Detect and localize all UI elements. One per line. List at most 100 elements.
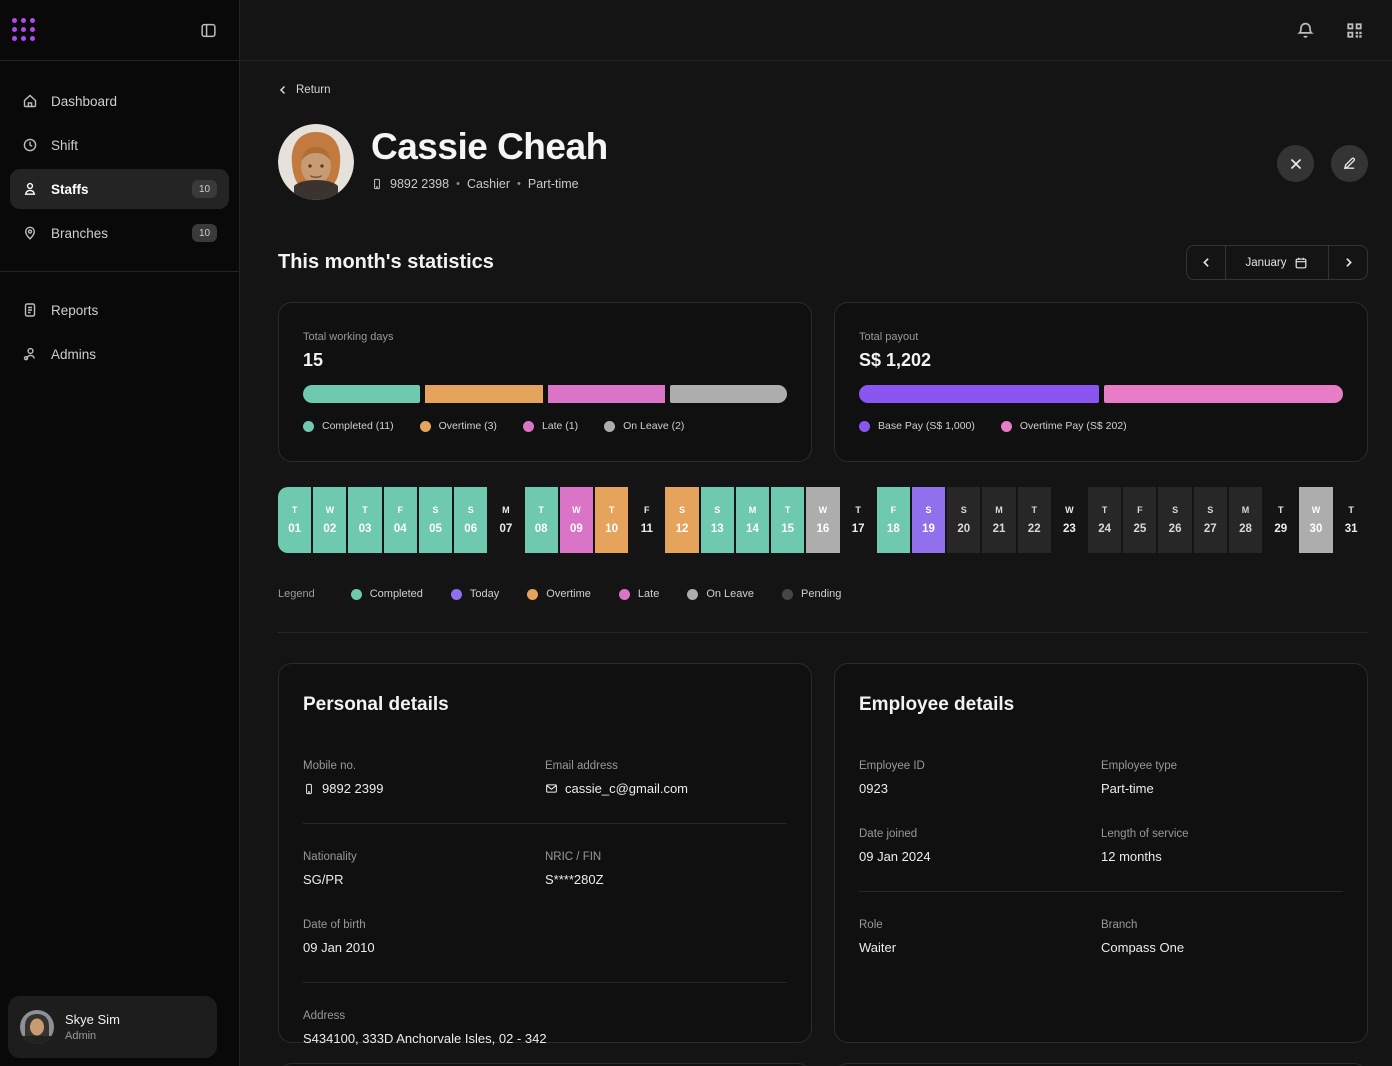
chevron-right-icon — [1343, 257, 1354, 268]
calendar-day[interactable]: T 08 — [525, 487, 558, 553]
sidebar-item-admins[interactable]: Admins — [10, 334, 229, 374]
calendar-day[interactable]: F 04 — [384, 487, 417, 553]
dob-value: 09 Jan 2010 — [303, 940, 375, 955]
calendar-day[interactable]: S 27 — [1194, 487, 1227, 553]
calendar-day[interactable]: T 10 — [595, 487, 628, 553]
payout-card: Total payout S$ 1,202 Base Pay (S$ 1,000… — [834, 302, 1368, 462]
sidebar-item-shift[interactable]: Shift — [10, 125, 229, 165]
app-logo-grid-icon[interactable] — [12, 18, 36, 42]
clock-icon — [22, 137, 39, 154]
calendar-day[interactable]: M 28 — [1229, 487, 1262, 553]
calendar-legend: Legend Completed Today Overtime — [278, 588, 1368, 600]
calendar-day[interactable]: T 03 — [348, 487, 381, 553]
current-user-card[interactable]: Skye Sim Admin — [8, 996, 217, 1058]
sidebar-collapse-icon[interactable] — [196, 18, 221, 43]
sidebar-item-label: Dashboard — [51, 94, 117, 109]
personal-details-card: Personal details Mobile no. 9892 2399 Em… — [278, 663, 812, 1043]
sidebar: Dashboard Shift Staffs 10 — [0, 0, 240, 1066]
calendar-day[interactable]: S 06 — [454, 487, 487, 553]
calendar-day[interactable]: W 23 — [1053, 487, 1086, 553]
calendar-day[interactable]: T 15 — [771, 487, 804, 553]
profile-actions — [1277, 124, 1368, 182]
edit-button[interactable] — [1331, 145, 1368, 182]
legend-item: Overtime Pay (S$ 202) — [1001, 420, 1127, 432]
sidebar-item-reports[interactable]: Reports — [10, 290, 229, 330]
calendar-day[interactable]: W 09 — [560, 487, 593, 553]
calendar-day-letter: T — [292, 505, 298, 515]
sidebar-item-branches[interactable]: Branches 10 — [10, 213, 229, 253]
nationality-value: SG/PR — [303, 872, 343, 887]
calendar-day-letter: F — [1137, 505, 1143, 515]
legend-dot-icon — [420, 421, 431, 432]
calendar-day[interactable]: S 20 — [947, 487, 980, 553]
topbar — [240, 0, 1392, 61]
calendar-day[interactable]: W 02 — [313, 487, 346, 553]
calendar-day[interactable]: S 13 — [701, 487, 734, 553]
calendar-day[interactable]: S 05 — [419, 487, 452, 553]
calendar-day[interactable]: M 14 — [736, 487, 769, 553]
calendar-day-number: 06 — [464, 523, 477, 535]
calendar-day[interactable]: T 22 — [1018, 487, 1051, 553]
calendar-day[interactable]: S 19 — [912, 487, 945, 553]
calendar-day[interactable]: S 12 — [665, 487, 698, 553]
field-label: Nationality — [303, 851, 545, 863]
calendar-day[interactable]: T 01 — [278, 487, 311, 553]
employee-row-id: Employee ID 0923 Employee type Part-time — [859, 760, 1343, 796]
employee-type: Part-time — [528, 177, 579, 191]
calendar-day[interactable]: F 18 — [877, 487, 910, 553]
calendar-day-number: 16 — [816, 523, 829, 535]
calendar-day-number: 12 — [676, 523, 689, 535]
month-picker-button[interactable]: January — [1226, 246, 1328, 279]
employee-subtitle: 9892 2398 • Cashier • Part-time — [371, 177, 608, 191]
calendar-day-number: 22 — [1028, 523, 1041, 535]
calendar-day-number: 27 — [1204, 523, 1217, 535]
details-cards: Personal details Mobile no. 9892 2399 Em… — [278, 663, 1368, 1043]
calendar-day[interactable]: M 21 — [982, 487, 1015, 553]
return-link[interactable]: Return — [278, 84, 331, 96]
calendar-day-letter: W — [1312, 505, 1321, 515]
calendar-day[interactable]: S 26 — [1158, 487, 1191, 553]
field-label: Length of service — [1101, 828, 1343, 840]
calendar-day[interactable]: W 16 — [806, 487, 839, 553]
statistics-section-header: This month's statistics January — [278, 245, 1368, 280]
calendar-day[interactable]: F 11 — [630, 487, 663, 553]
calendar-day[interactable]: M 07 — [489, 487, 522, 553]
qr-code-icon[interactable] — [1341, 17, 1368, 44]
sidebar-item-dashboard[interactable]: Dashboard — [10, 81, 229, 121]
mobile-field: Mobile no. 9892 2399 — [303, 760, 545, 796]
legend-item: Late (1) — [523, 420, 578, 432]
calendar-day[interactable]: W 30 — [1299, 487, 1332, 553]
calendar-day[interactable]: F 25 — [1123, 487, 1156, 553]
payout-legend: Base Pay (S$ 1,000) Overtime Pay (S$ 202… — [859, 420, 1343, 432]
calendar-day[interactable]: T 17 — [842, 487, 875, 553]
sidebar-item-staffs[interactable]: Staffs 10 — [10, 169, 229, 209]
bar-segment — [303, 385, 420, 403]
legend-label: Overtime — [546, 588, 591, 600]
legend-item: Overtime (3) — [420, 420, 497, 432]
legend-dot-icon — [527, 589, 538, 600]
calendar-day-letter: T — [362, 505, 368, 515]
sidebar-item-label: Admins — [51, 347, 96, 362]
calendar-day-letter: F — [891, 505, 897, 515]
calendar-day[interactable]: T 29 — [1264, 487, 1297, 553]
calendar-day-letter: M — [749, 505, 757, 515]
calendar-day-number: 05 — [429, 523, 442, 535]
legend-item: On Leave (2) — [604, 420, 684, 432]
employee-role: Cashier — [467, 177, 510, 191]
calendar-day-letter: T — [1031, 505, 1037, 515]
calendar-day-number: 11 — [641, 523, 653, 535]
legend-label: Today — [470, 588, 499, 600]
staffs-count-badge: 10 — [192, 180, 217, 198]
employee-type-field: Employee type Part-time — [1101, 760, 1343, 796]
sidebar-item-label: Branches — [51, 226, 108, 241]
calendar-day[interactable]: T 31 — [1335, 487, 1368, 553]
next-month-button[interactable] — [1328, 246, 1367, 279]
legend-item: Completed — [351, 588, 423, 600]
notifications-bell-icon[interactable] — [1292, 17, 1319, 44]
deactivate-button[interactable] — [1277, 145, 1314, 182]
calendar-day-number: 07 — [500, 523, 513, 535]
previous-month-button[interactable] — [1187, 246, 1226, 279]
calendar-day[interactable]: T 24 — [1088, 487, 1121, 553]
legend-label: Overtime (3) — [439, 420, 497, 432]
calendar-day-letter: W — [326, 505, 335, 515]
